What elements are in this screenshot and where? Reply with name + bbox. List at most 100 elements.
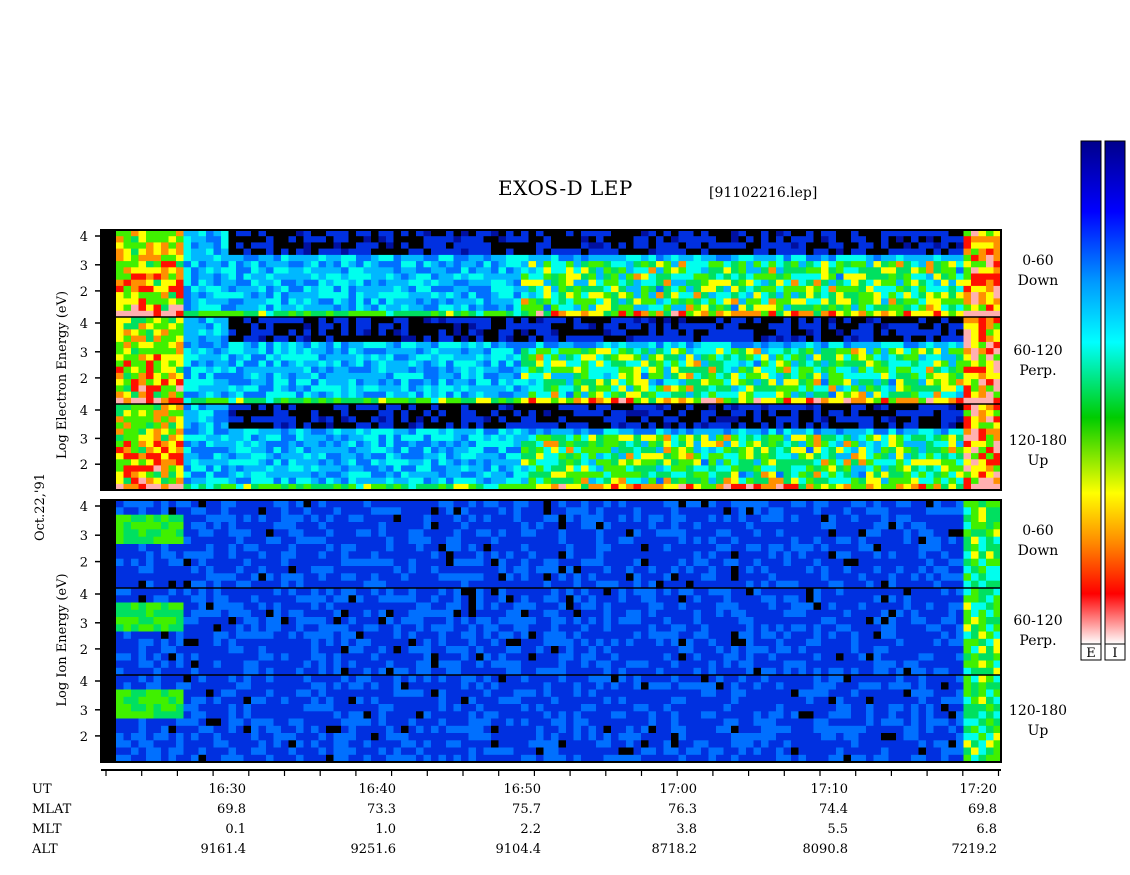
electron-cell <box>746 317 755 324</box>
electron-cell <box>431 267 440 275</box>
electron-cell <box>558 453 567 460</box>
electron-cell <box>753 422 762 430</box>
electron-cell <box>641 422 650 430</box>
electron-cell <box>963 385 972 393</box>
electron-cell <box>581 372 590 380</box>
electron-cell <box>236 285 245 293</box>
electron-cell <box>378 385 387 393</box>
electron-cell <box>131 459 140 466</box>
electron-cell <box>933 292 942 299</box>
electron-cell <box>116 254 125 262</box>
electron-cell <box>393 416 402 423</box>
electron-cell <box>971 285 980 293</box>
electron-cell <box>251 323 260 330</box>
electron-cell <box>416 453 425 460</box>
electron-cell <box>873 354 882 362</box>
electron-cell <box>813 261 822 268</box>
electron-cell <box>671 354 680 362</box>
electron-cell <box>213 372 222 380</box>
electron-cell <box>596 360 605 368</box>
electron-cell <box>911 323 920 330</box>
electron-cell <box>198 242 207 250</box>
electron-cell <box>543 447 552 454</box>
electron-cell <box>693 416 702 423</box>
electron-cell <box>138 292 147 299</box>
electron-cell <box>888 477 897 485</box>
electron-cell <box>401 329 410 337</box>
electron-cell <box>933 335 942 343</box>
electron-cell <box>311 236 320 243</box>
electron-cell <box>266 477 275 485</box>
electron-cell <box>866 285 875 293</box>
electron-cell <box>986 292 995 299</box>
electron-cell <box>326 360 335 368</box>
electron-cell <box>731 335 740 343</box>
electron-cell <box>236 329 245 337</box>
electron-cell <box>296 304 305 312</box>
electron-cell <box>258 453 267 460</box>
electron-cell <box>626 273 635 281</box>
electron-cell <box>506 354 515 362</box>
electron-cell <box>168 477 177 485</box>
electron-cell <box>588 273 597 281</box>
electron-cell <box>483 242 492 250</box>
electron-cell <box>806 273 815 281</box>
electron-cell <box>806 453 815 460</box>
electron-cell <box>798 366 807 374</box>
electron-cell <box>678 477 687 485</box>
electron-cell <box>911 248 920 256</box>
electron-cell <box>416 254 425 262</box>
electron-cell <box>423 285 432 293</box>
electron-cell <box>926 279 935 287</box>
electron-cell <box>236 428 245 436</box>
electron-cell <box>641 304 650 312</box>
electron-cell <box>866 279 875 287</box>
electron-cell <box>918 453 927 460</box>
electron-cell <box>723 360 732 368</box>
electron-cell <box>521 360 530 368</box>
electron-cell <box>663 453 672 460</box>
electron-cell <box>341 354 350 362</box>
electron-cell <box>491 279 500 287</box>
electron-cell <box>213 428 222 436</box>
electron-cell <box>438 348 447 355</box>
electron-cell <box>438 360 447 368</box>
electron-cell <box>258 298 267 306</box>
electron-cell <box>498 298 507 306</box>
electron-cell <box>341 465 350 473</box>
electron-cell <box>753 242 762 250</box>
electron-cell <box>213 242 222 250</box>
electron-cell <box>146 335 155 343</box>
electron-cell <box>191 372 200 380</box>
electron-cell <box>491 242 500 250</box>
electron-cell <box>356 416 365 423</box>
electron-cell <box>378 317 387 324</box>
electron-cell <box>423 298 432 306</box>
electron-cell <box>243 440 252 448</box>
electron-cell <box>656 477 665 485</box>
electron-cell <box>198 236 207 243</box>
electron-cell <box>161 254 170 262</box>
electron-cell <box>236 453 245 460</box>
electron-cell <box>918 372 927 380</box>
electron-cell <box>386 416 395 423</box>
electron-cell <box>258 329 267 337</box>
electron-cell <box>768 385 777 393</box>
electron-cell <box>281 471 290 479</box>
electron-cell <box>348 379 357 386</box>
electron-cell <box>596 298 605 306</box>
electron-cell <box>228 279 237 287</box>
electron-cell <box>821 254 830 262</box>
electron-cell <box>288 348 297 355</box>
electron-cell <box>986 360 995 368</box>
electron-cell <box>918 248 927 256</box>
electron-cell <box>926 292 935 299</box>
electron-cell <box>821 248 830 256</box>
electron-cell <box>513 428 522 436</box>
electron-cell <box>116 477 125 485</box>
electron-cell <box>236 273 245 281</box>
electron-cell <box>858 422 867 430</box>
electron-cell <box>341 471 350 479</box>
electron-cell <box>866 471 875 479</box>
electron-cell <box>948 440 957 448</box>
